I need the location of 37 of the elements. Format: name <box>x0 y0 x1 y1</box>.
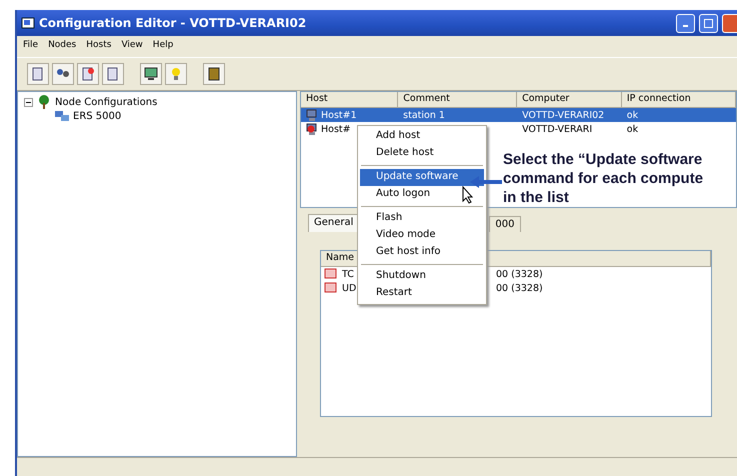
table-cell: station 1 <box>403 110 445 120</box>
annotation-text: command for each compute <box>503 169 704 188</box>
tree-item[interactable]: Node Configurations <box>55 96 158 108</box>
table-cell: ok <box>626 110 638 120</box>
annotation-text: in the list <box>503 188 570 207</box>
menu-item[interactable]: Video mode <box>360 227 484 244</box>
table-cell: Host# <box>321 124 351 134</box>
table-cell-text: UD <box>341 282 358 294</box>
menu-item[interactable]: Add host <box>360 128 484 145</box>
menu-item[interactable]: File <box>23 40 38 53</box>
annotation-text: Select the “Update software <box>503 150 704 169</box>
table-cell: VOTTD-VERARI <box>522 124 592 134</box>
tab[interactable]: General <box>308 214 360 232</box>
menu-item[interactable]: Help <box>152 40 174 53</box>
menu-item[interactable]: Auto logon <box>360 186 484 203</box>
menu-item[interactable]: Nodes <box>48 40 76 53</box>
menu-item[interactable]: View <box>121 40 143 53</box>
table-cell-text: 00 (3328) <box>495 268 544 280</box>
window-title: Configuration Editor - VOTTD-VERARI02 <box>39 16 308 30</box>
tree-item[interactable]: ERS 5000 <box>73 110 122 122</box>
table-cell: ok <box>626 124 638 134</box>
column-header[interactable]: IP connection <box>622 92 736 107</box>
table-cell-text: TC <box>341 268 355 280</box>
table-row[interactable]: Host#1 station 1 VOTTD-VERARI02 ok <box>301 108 736 122</box>
menu-item[interactable]: Restart <box>360 285 484 302</box>
menu-item[interactable]: Flash <box>360 210 484 227</box>
column-header[interactable]: Host <box>301 92 398 107</box>
menu-item[interactable]: Delete host <box>360 145 484 162</box>
column-header[interactable]: Computer <box>517 92 622 107</box>
column-header[interactable]: Comment <box>398 92 518 107</box>
menu-item[interactable]: Hosts <box>86 40 112 53</box>
tab[interactable]: 000 <box>489 216 521 232</box>
table-cell-text: 00 (3328) <box>495 282 544 294</box>
table-cell: Host#1 <box>321 110 357 120</box>
table-cell: VOTTD-VERARI02 <box>522 110 604 120</box>
menu-item[interactable]: Update software <box>360 169 484 186</box>
menu-item[interactable]: Shutdown <box>360 268 484 285</box>
